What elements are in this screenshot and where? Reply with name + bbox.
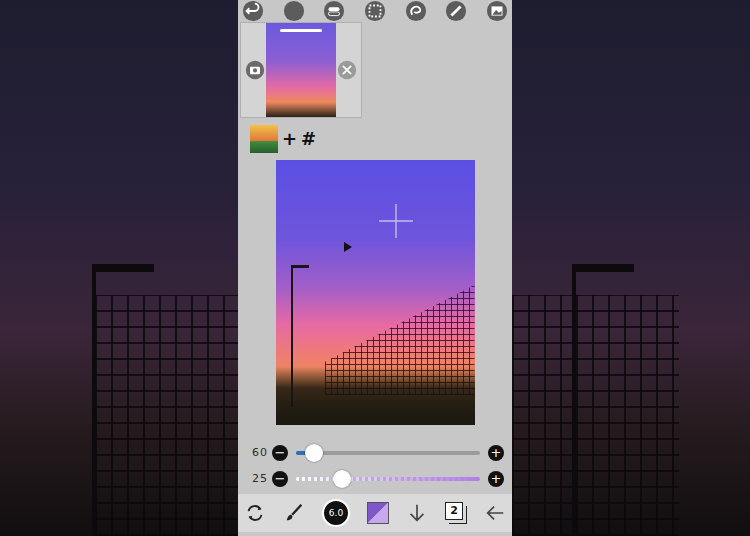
slider-track[interactable] — [296, 451, 480, 455]
brush-size-button[interactable]: 6.0 — [322, 499, 350, 527]
ruler-icon[interactable] — [445, 0, 467, 22]
top-toolbar — [238, 0, 512, 22]
bottom-toolbar: 6.02 — [238, 494, 512, 532]
backdrop-shade — [512, 0, 750, 536]
decrease-button[interactable]: − — [272, 471, 288, 487]
lamp-post — [291, 267, 293, 407]
toggle-icon[interactable] — [323, 0, 345, 22]
brush-size: 6.0 — [329, 509, 343, 518]
increase-button[interactable]: + — [488, 471, 504, 487]
reference-handle[interactable] — [280, 29, 322, 32]
spacer — [238, 425, 512, 442]
undo-icon[interactable] — [242, 0, 264, 22]
lamp-post-head — [291, 265, 309, 268]
layers-button[interactable]: 2 — [445, 502, 467, 524]
down-arrow-icon[interactable] — [406, 502, 428, 524]
drawing-canvas[interactable] — [276, 160, 475, 425]
slider-track[interactable] — [296, 477, 480, 481]
fence — [325, 285, 475, 395]
reference-row: +# — [238, 118, 512, 160]
reference-image — [266, 23, 336, 117]
crosshair-icon — [379, 204, 413, 238]
brush-sliders: 60− +25− + — [238, 442, 512, 490]
left-backdrop — [0, 0, 238, 536]
size-reading: 60 — [246, 445, 268, 462]
selection-icon[interactable] — [364, 0, 386, 22]
increase-button[interactable]: + — [488, 445, 504, 461]
camera-icon[interactable] — [245, 60, 265, 80]
redo-icon[interactable] — [283, 0, 305, 22]
reference-thumbnail[interactable] — [250, 125, 278, 153]
decrease-button[interactable]: − — [272, 445, 288, 461]
slider-knob[interactable] — [333, 470, 351, 488]
brush-icon[interactable] — [283, 502, 305, 524]
opacity-slider: 25− + — [246, 468, 504, 490]
cursor-icon — [342, 241, 354, 253]
opacity-reading: 25 — [246, 471, 268, 488]
backdrop-shade — [0, 0, 238, 536]
app-screen: +#60−+25−+6.02 — [238, 0, 512, 536]
right-backdrop — [512, 0, 750, 536]
reference-window[interactable] — [240, 22, 362, 118]
close-icon[interactable] — [337, 60, 357, 80]
slider-knob[interactable] — [305, 444, 323, 462]
color-swatch[interactable] — [367, 502, 389, 524]
add-reference[interactable]: + — [282, 130, 297, 148]
lasso-icon[interactable] — [405, 0, 427, 22]
image-icon[interactable] — [486, 0, 508, 22]
size-slider: 60− + — [246, 442, 504, 464]
back-arrow-icon[interactable] — [484, 502, 506, 524]
layer-count: 2 — [445, 502, 463, 520]
grid-toggle[interactable]: # — [301, 130, 316, 148]
bottom-gap — [238, 532, 512, 536]
transform-icon[interactable] — [244, 502, 266, 524]
